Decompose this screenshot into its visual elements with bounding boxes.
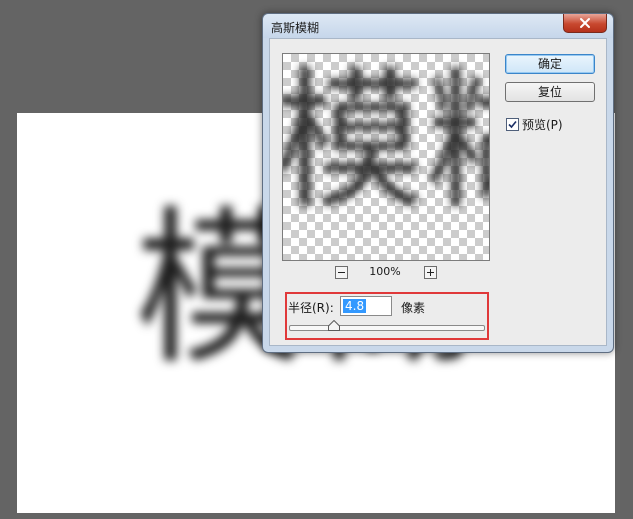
zoom-level: 100% xyxy=(369,265,401,278)
zoom-in-button[interactable] xyxy=(424,266,437,279)
preview-checkbox[interactable] xyxy=(506,117,519,131)
preview-label: 预览(P) xyxy=(522,117,563,132)
radius-slider-track[interactable] xyxy=(289,325,485,331)
dialog-client-area: 模糊 100% 确定 复位 预览(P) xyxy=(269,38,607,346)
radius-slider-thumb[interactable] xyxy=(328,320,341,331)
preview-option[interactable]: 预览(P) xyxy=(506,116,563,132)
preview-pane[interactable]: 模糊 xyxy=(282,53,490,261)
close-icon xyxy=(580,18,590,28)
radius-input[interactable]: 4.8 xyxy=(340,296,392,316)
zoom-controls: 100% xyxy=(282,265,488,279)
radius-unit: 像素 xyxy=(401,301,426,315)
plus-icon xyxy=(427,269,434,276)
dialog-titlebar[interactable]: 高斯模糊 xyxy=(263,14,613,38)
preview-blurred-text: 模糊 xyxy=(282,53,489,230)
ok-button[interactable]: 确定 xyxy=(505,54,595,74)
reset-button[interactable]: 复位 xyxy=(505,82,595,102)
checkmark-icon xyxy=(508,120,517,128)
radius-value: 4.8 xyxy=(343,299,367,313)
radius-label: 半径(R): xyxy=(288,301,334,315)
close-button[interactable] xyxy=(563,14,607,33)
gaussian-blur-dialog: 高斯模糊 模糊 100% 确定 复位 xyxy=(262,13,614,353)
dialog-title: 高斯模糊 xyxy=(271,21,320,35)
